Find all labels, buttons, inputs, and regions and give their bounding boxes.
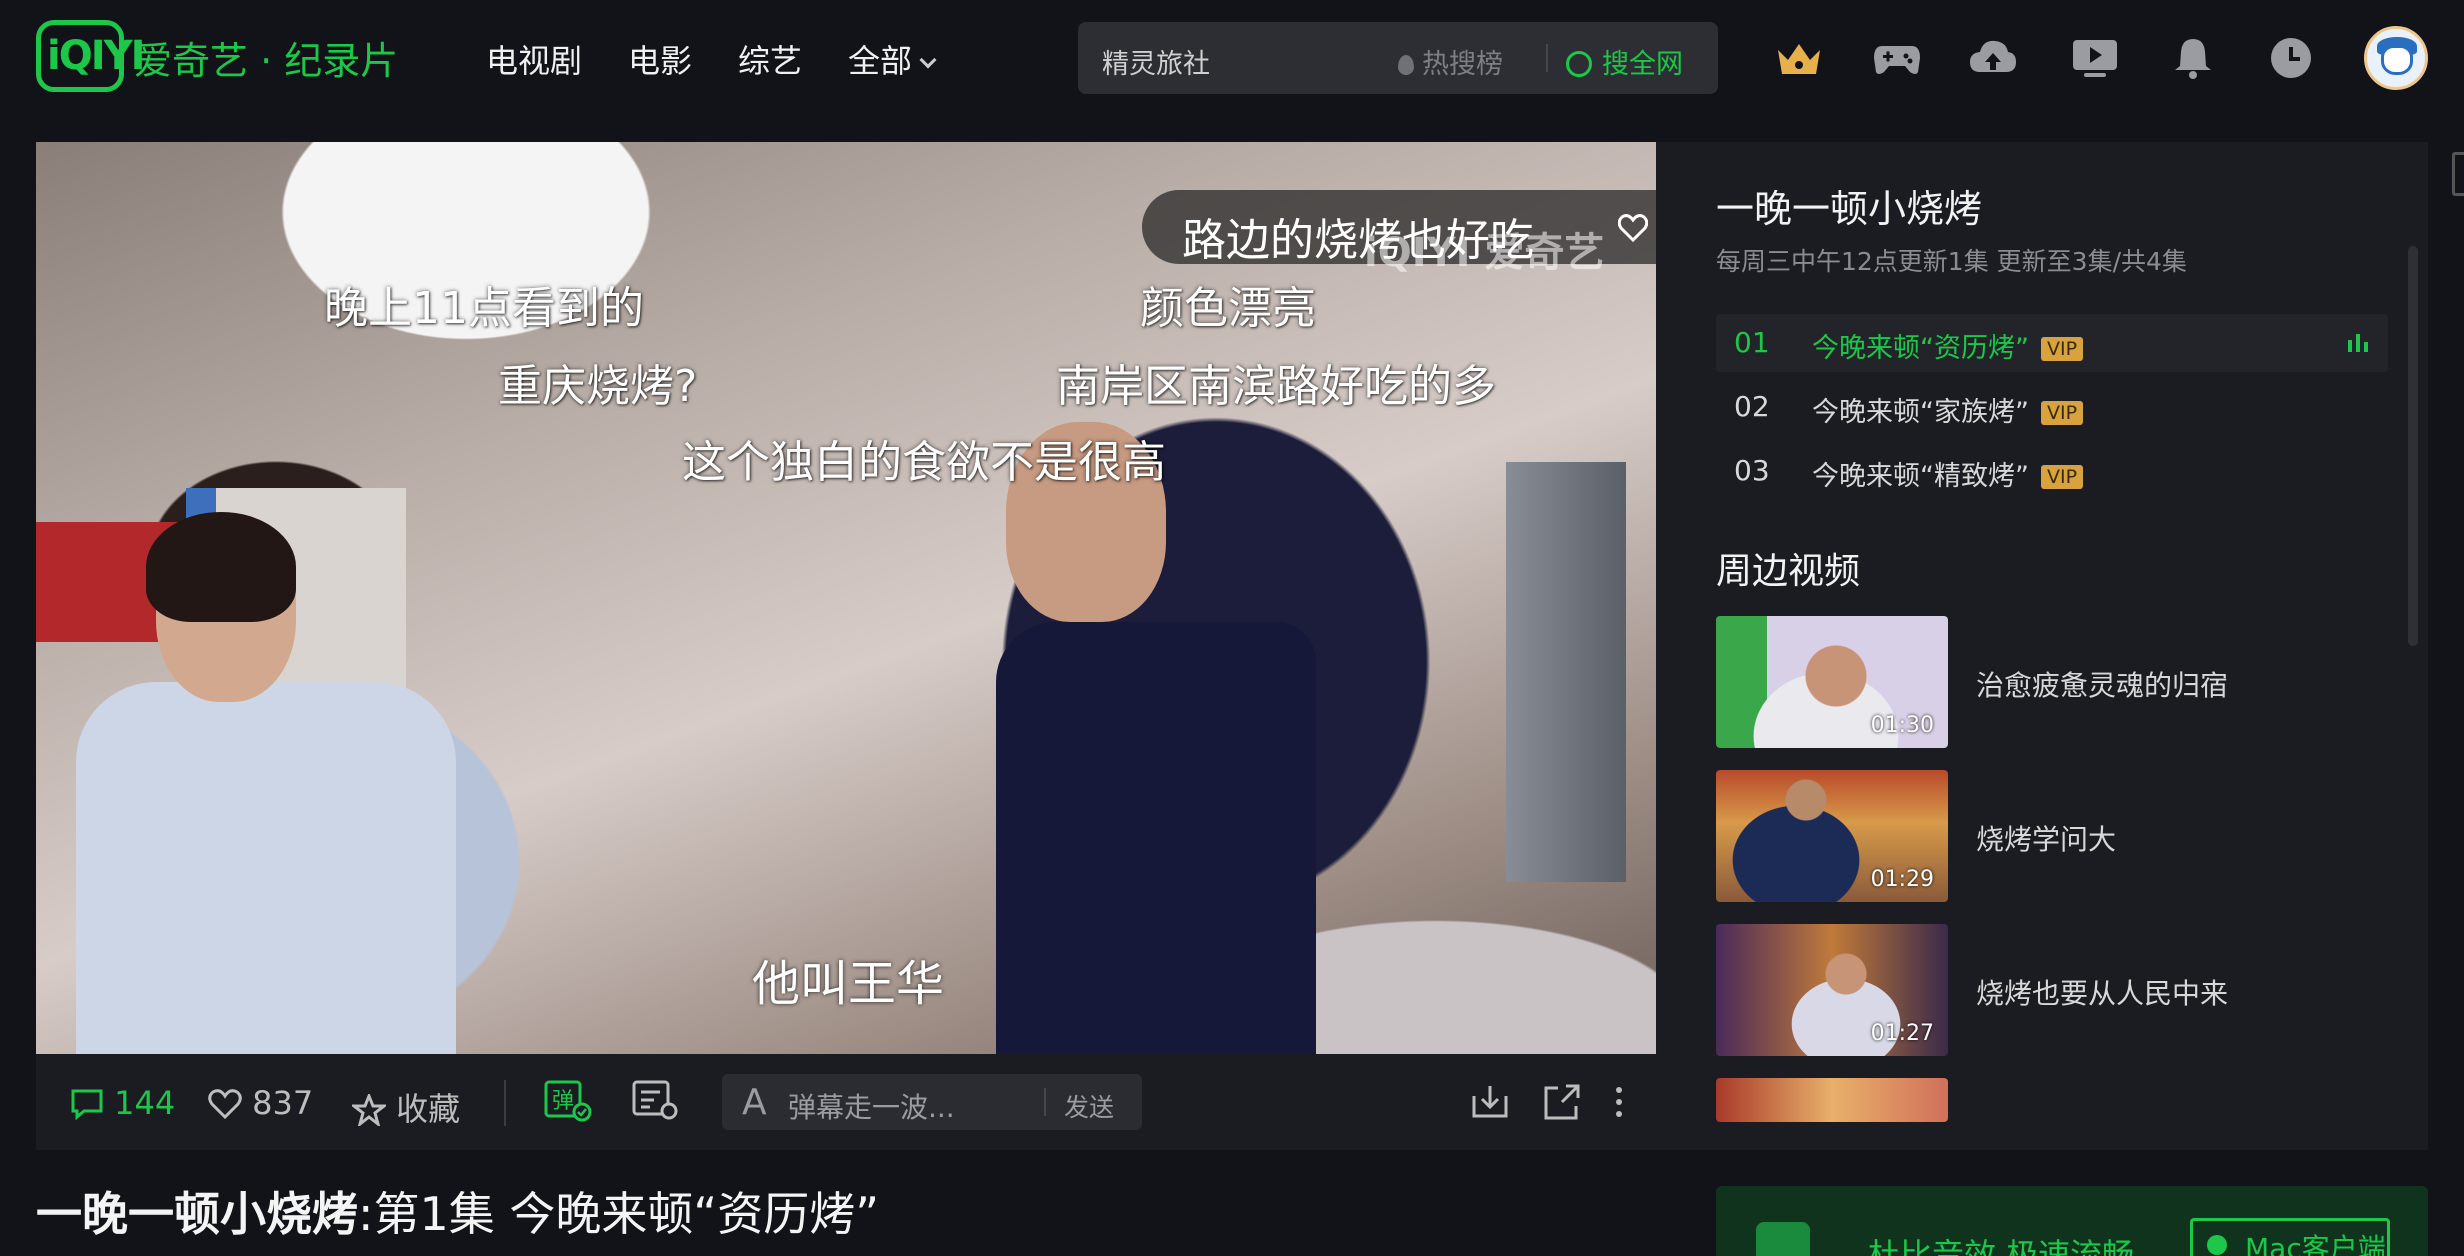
gamepad-icon[interactable] bbox=[1872, 36, 1922, 80]
comment-icon bbox=[71, 1089, 103, 1121]
search-input[interactable]: 精灵旅社 bbox=[1102, 42, 1210, 81]
episode-item-01[interactable]: 01 今晚来顿“资历烤” VIP bbox=[1716, 314, 2388, 372]
client-promo-banner: 杜比音效 极速流畅 Mac客户端 bbox=[1716, 1186, 2428, 1256]
related-videos-title: 周边视频 bbox=[1716, 551, 1861, 592]
vip-crown-icon[interactable] bbox=[1774, 36, 1824, 80]
chevron-down-icon bbox=[919, 51, 937, 69]
app-icon bbox=[1756, 1222, 1810, 1256]
vip-badge: VIP bbox=[2040, 337, 2084, 361]
search-divider bbox=[1546, 44, 1548, 72]
related-clip[interactable]: 01:27 烧烤也要从人民中来 bbox=[1716, 924, 2388, 1056]
danmaku-settings-icon[interactable] bbox=[632, 1080, 680, 1122]
svg-text:弹: 弹 bbox=[552, 1089, 574, 1114]
bell-icon[interactable] bbox=[2168, 36, 2218, 80]
search-icon bbox=[1566, 51, 1592, 77]
star-icon bbox=[349, 1091, 389, 1128]
watermark-logo: iQIYI 爱奇艺 bbox=[1364, 230, 1605, 276]
update-info: 每周三中午12点更新1集 更新至3集/共4集 bbox=[1716, 247, 2187, 276]
video-player[interactable]: 路边的烧烤也好吃 iQIYI 爱奇艺 晚上11点看到的 重庆烧烤? 这个独白的食… bbox=[36, 142, 1656, 1054]
clip-thumbnail[interactable]: 01:29 bbox=[1716, 770, 1948, 902]
history-clock-icon[interactable] bbox=[2266, 36, 2316, 80]
channel-brand[interactable]: 爱奇艺 · 纪录片 bbox=[134, 30, 398, 85]
like-button[interactable]: 837 bbox=[208, 1084, 313, 1122]
related-clip[interactable]: 01:30 治愈疲惫灵魂的归宿 bbox=[1716, 616, 2388, 748]
divider bbox=[504, 1080, 506, 1126]
vip-badge: VIP bbox=[2040, 401, 2084, 425]
search-all-button[interactable]: 搜全网 bbox=[1566, 42, 1683, 81]
iqiyi-logo[interactable]: iQIYI bbox=[36, 20, 145, 92]
sidebar-scrollbar[interactable] bbox=[2408, 246, 2418, 646]
series-title: 一晚一顿小烧烤 bbox=[1716, 187, 1983, 231]
flame-icon bbox=[1398, 55, 1414, 75]
clip-thumbnail[interactable]: 01:30 bbox=[1716, 616, 1948, 748]
more-options-icon[interactable] bbox=[1612, 1082, 1626, 1122]
search-bar: 精灵旅社 热搜榜 搜全网 bbox=[1078, 22, 1718, 94]
cloud-upload-icon[interactable] bbox=[1968, 36, 2018, 80]
danmaku-input[interactable]: A 弹幕走一波... 发送 bbox=[722, 1074, 1142, 1130]
danmaku-item: 这个独白的食欲不是很高 bbox=[682, 437, 1166, 488]
danmaku-toggle-icon[interactable]: 弹 bbox=[544, 1080, 592, 1122]
mac-client-button[interactable]: Mac客户端 bbox=[2190, 1218, 2390, 1256]
download-icon[interactable] bbox=[1470, 1082, 1510, 1122]
danmaku-item: 重庆烧烤? bbox=[498, 361, 698, 412]
nav-item-all[interactable]: 全部 bbox=[848, 36, 937, 82]
nav-item-movie[interactable]: 电影 bbox=[628, 36, 692, 82]
comments-button[interactable]: 144 bbox=[70, 1084, 175, 1122]
share-icon[interactable] bbox=[1542, 1082, 1582, 1122]
nav-item-tv[interactable]: 电视剧 bbox=[486, 36, 582, 82]
related-clip[interactable] bbox=[1716, 1078, 2388, 1122]
hot-search-link[interactable]: 热搜榜 bbox=[1398, 42, 1503, 81]
send-danmaku-button[interactable]: 发送 bbox=[1064, 1088, 1114, 1124]
top-header: iQIYI 爱奇艺 · 纪录片 电视剧 电影 综艺 全部 精灵旅社 热搜榜 搜全… bbox=[0, 0, 2464, 118]
heart-icon bbox=[208, 1089, 242, 1120]
danmaku-item: 南岸区南滨路好吃的多 bbox=[1056, 361, 1496, 412]
danmaku-item: 颜色漂亮 bbox=[1140, 283, 1316, 334]
font-style-icon[interactable]: A bbox=[742, 1082, 767, 1123]
vip-badge: VIP bbox=[2040, 465, 2084, 489]
clip-thumbnail[interactable]: 01:27 bbox=[1716, 924, 1948, 1056]
heart-icon[interactable] bbox=[1618, 214, 1648, 242]
panel-toggle-icon[interactable] bbox=[2452, 152, 2464, 196]
video-subtitle: 他叫王华 bbox=[752, 956, 945, 1012]
related-clip[interactable]: 01:29 烧烤学问大 bbox=[1716, 770, 2388, 902]
user-avatar[interactable] bbox=[2364, 26, 2428, 90]
episode-item-03[interactable]: 03 今晚来顿“精致烤” VIP bbox=[1716, 442, 2388, 500]
video-play-icon[interactable] bbox=[2070, 36, 2120, 80]
danmaku-item: 晚上11点看到的 bbox=[324, 283, 644, 334]
episode-item-02[interactable]: 02 今晚来顿“家族烤” VIP bbox=[1716, 378, 2388, 436]
episode-title: 一晚一顿小烧烤:第1集 今晚来顿“资历烤” bbox=[36, 1187, 880, 1241]
nav-item-variety[interactable]: 综艺 bbox=[738, 36, 802, 82]
episode-sidebar: 一晚一顿小烧烤 每周三中午12点更新1集 更新至3集/共4集 01 今晚来顿“资… bbox=[1656, 142, 2428, 1150]
clip-thumbnail[interactable] bbox=[1716, 1078, 1948, 1122]
favorite-button[interactable]: 收藏 bbox=[349, 1084, 460, 1130]
player-action-bar: 144 837 收藏 弹 A 弹幕走一波... 发送 bbox=[36, 1054, 1656, 1150]
main-nav: 电视剧 电影 综艺 全部 bbox=[486, 36, 937, 82]
now-playing-icon bbox=[2348, 334, 2370, 352]
